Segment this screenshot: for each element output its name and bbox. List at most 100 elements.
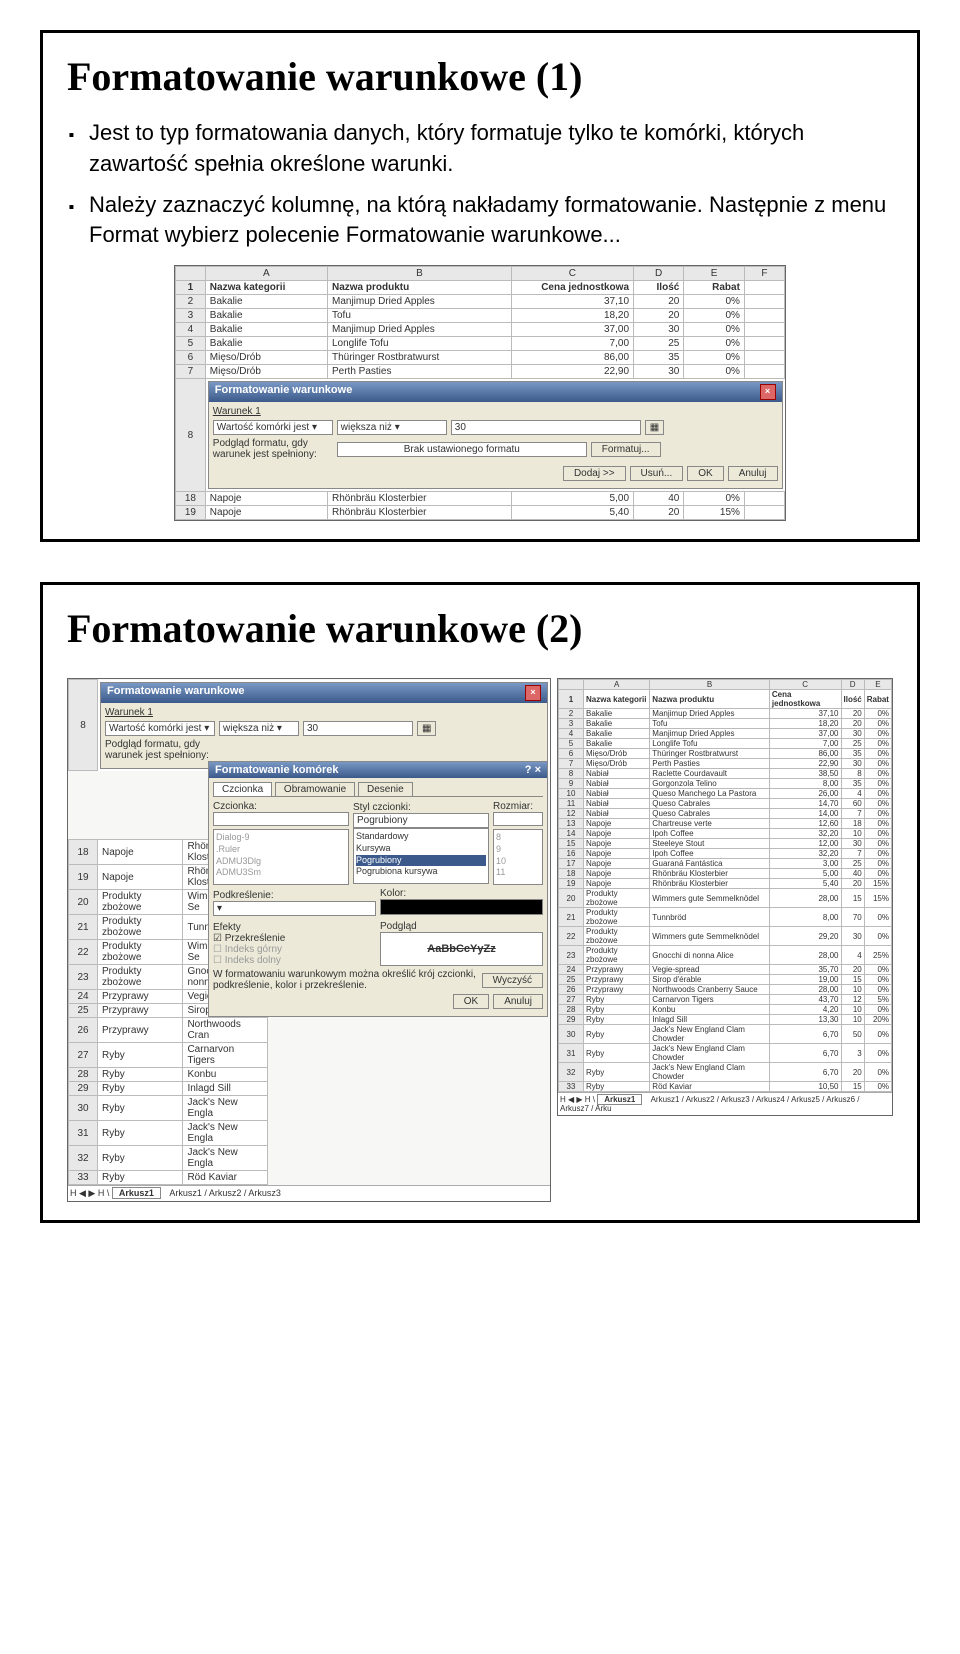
delete-button[interactable]: Usuń... [630, 466, 684, 481]
cell[interactable]: Manjimup Dried Apples [327, 295, 511, 309]
hdr-price: Cena jednostkowa [511, 281, 633, 295]
cell[interactable]: 20 [634, 506, 684, 520]
clear-button[interactable]: Wyczyść [482, 973, 543, 988]
style-label: Styl czcionki: [353, 802, 489, 813]
ok-button[interactable]: OK [687, 466, 723, 481]
cell[interactable]: 20 [634, 309, 684, 323]
tab-font[interactable]: Czcionka [213, 782, 272, 796]
cf-dialog-under: Formatowanie warunkowe × Warunek 1 Warto… [100, 682, 548, 769]
style-listbox[interactable]: StandardowyKursywaPogrubionyPogrubiona k… [353, 828, 489, 884]
style-input[interactable]: Pogrubiony [353, 813, 489, 828]
bullet-2: Należy zaznaczyć kolumnę, na którą nakła… [83, 190, 893, 252]
cell[interactable]: Longlife Tofu [327, 337, 511, 351]
value-input[interactable]: 30 [303, 721, 413, 736]
size-listbox[interactable]: 891011 [493, 829, 543, 885]
ok-button[interactable]: OK [453, 994, 489, 1009]
font-input[interactable] [213, 812, 349, 826]
range-picker-icon[interactable]: ▦ [645, 420, 664, 435]
cell[interactable]: 25 [634, 337, 684, 351]
cell[interactable]: 35 [634, 351, 684, 365]
strike-checkbox[interactable]: ☑ Przekreślenie [213, 933, 376, 944]
cancel-button[interactable]: Anuluj [493, 994, 543, 1009]
font-listbox[interactable]: Dialog-9.RulerADMU3DlgADMU3Sm [213, 829, 349, 885]
size-label: Rozmiar: [493, 801, 543, 812]
condition-type-select[interactable]: Wartość komórki jest ▾ [213, 420, 333, 435]
dialog-title: Formatowanie warunkowe [107, 685, 245, 701]
format-cells-dialog: Formatowanie komórek ? × Czcionka Obramo… [208, 761, 548, 1017]
cell[interactable]: 20 [634, 295, 684, 309]
condition-label: Warunek 1 [213, 406, 778, 417]
cell[interactable]: 0% [684, 365, 745, 379]
cell[interactable]: 30 [634, 365, 684, 379]
cell[interactable]: Napoje [205, 492, 327, 506]
cell[interactable]: 18,20 [511, 309, 633, 323]
cell[interactable]: 40 [634, 492, 684, 506]
spreadsheet-table: A B C D E F 1 Nazwa kategorii Nazwa prod… [175, 266, 785, 520]
cell[interactable]: 0% [684, 492, 745, 506]
cell[interactable]: 5,00 [511, 492, 633, 506]
cell[interactable]: Manjimup Dried Apples [327, 323, 511, 337]
cell[interactable]: 5,40 [511, 506, 633, 520]
cell[interactable]: Bakalie [205, 309, 327, 323]
cell[interactable]: Rhönbräu Klosterbier [327, 506, 511, 520]
cell[interactable]: 7,00 [511, 337, 633, 351]
effects-label: Efekty [213, 922, 376, 933]
add-button[interactable]: Dodaj >> [563, 466, 626, 481]
slide1-title: Formatowanie warunkowe (1) [67, 53, 893, 100]
color-label: Kolor: [380, 888, 543, 899]
cell[interactable]: 30 [634, 323, 684, 337]
help-icon[interactable]: ? × [525, 764, 541, 776]
cell[interactable]: Mięso/Drób [205, 365, 327, 379]
cell[interactable]: Bakalie [205, 295, 327, 309]
dialog-title: Formatowanie komórek [215, 764, 338, 776]
cell[interactable]: 0% [684, 337, 745, 351]
cell[interactable]: 37,00 [511, 323, 633, 337]
preview-label: Podgląd formatu, gdy warunek jest spełni… [213, 438, 333, 460]
cell[interactable]: 37,10 [511, 295, 633, 309]
col-d: D [634, 267, 684, 281]
color-select[interactable] [380, 899, 543, 915]
cell[interactable]: Bakalie [205, 323, 327, 337]
bullet-1: Jest to typ formatowania danych, który f… [83, 118, 893, 180]
subscript-checkbox: ☐ Indeks dolny [213, 955, 376, 966]
cell[interactable]: Bakalie [205, 337, 327, 351]
range-picker-icon[interactable]: ▦ [417, 721, 436, 736]
cell[interactable]: Tofu [327, 309, 511, 323]
tab-fill[interactable]: Desenie [358, 782, 413, 796]
cell[interactable]: Mięso/Drób [205, 351, 327, 365]
underline-select[interactable]: ▾ [213, 901, 376, 916]
operator-select[interactable]: większa niż ▾ [337, 420, 447, 435]
cell[interactable]: 86,00 [511, 351, 633, 365]
condition-label: Warunek 1 [105, 707, 543, 718]
condition-type-select[interactable]: Wartość komórki jest ▾ [105, 721, 215, 736]
tab-border[interactable]: Obramowanie [275, 782, 355, 796]
sheet-tabs-right[interactable]: H ◀ ▶ H \ Arkusz1 Arkusz1 / Arkusz2 / Ar… [558, 1092, 892, 1115]
value-input[interactable]: 30 [451, 420, 641, 435]
format-tabs: Czcionka Obramowanie Desenie [213, 782, 543, 797]
cell[interactable]: 15% [684, 506, 745, 520]
cell[interactable]: 0% [684, 323, 745, 337]
dialog-title: Formatowanie warunkowe [215, 384, 353, 400]
slide-2: Formatowanie warunkowe (2) 8 Formatowani… [40, 582, 920, 1223]
close-icon[interactable]: × [760, 384, 776, 400]
size-input[interactable] [493, 812, 543, 826]
spreadsheet-left: 8 Formatowanie warunkowe × Warunek 1 War… [68, 679, 550, 771]
hdr-disc: Rabat [684, 281, 745, 295]
close-icon[interactable]: × [525, 685, 541, 701]
cancel-button[interactable]: Anuluj [728, 466, 778, 481]
excel-screenshot-2-right: ABCDE1Nazwa kategoriiNazwa produktuCena … [557, 678, 893, 1116]
cell[interactable]: Rhönbräu Klosterbier [327, 492, 511, 506]
operator-select[interactable]: większa niż ▾ [219, 721, 299, 736]
col-b: B [327, 267, 511, 281]
cell[interactable]: 0% [684, 351, 745, 365]
font-preview: AaBbCcYyZz [380, 932, 543, 966]
cell[interactable]: 22,90 [511, 365, 633, 379]
cell[interactable]: Perth Pasties [327, 365, 511, 379]
cell[interactable]: 0% [684, 309, 745, 323]
cell[interactable]: 0% [684, 295, 745, 309]
cell[interactable]: Napoje [205, 506, 327, 520]
cell[interactable]: Thüringer Rostbratwurst [327, 351, 511, 365]
sheet-tabs[interactable]: H ◀ ▶ H \ Arkusz1 Arkusz1 / Arkusz2 / Ar… [68, 1185, 550, 1201]
format-button[interactable]: Formatuj... [591, 442, 661, 457]
excel-screenshot-2-left: 8 Formatowanie warunkowe × Warunek 1 War… [67, 678, 551, 1202]
